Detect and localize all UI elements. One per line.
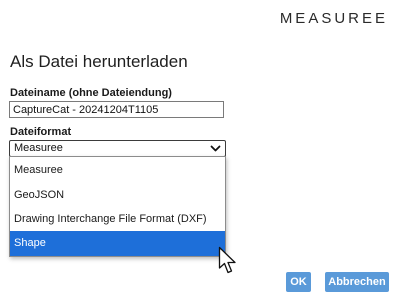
cancel-button[interactable]: Abbrechen [325, 272, 389, 292]
format-select[interactable]: Measuree [9, 140, 226, 157]
ok-button[interactable]: OK [286, 272, 311, 292]
format-option-geojson[interactable]: GeoJSON [10, 183, 225, 208]
format-option-measuree[interactable]: Measuree [10, 158, 225, 183]
mouse-pointer-icon [218, 246, 236, 274]
format-option-shape[interactable]: Shape [10, 231, 225, 256]
format-option-dxf[interactable]: Drawing Interchange File Format (DXF) [10, 207, 225, 232]
filename-input[interactable] [9, 101, 224, 118]
measuree-logo: MEASUREE [280, 10, 388, 27]
format-select-value: Measuree [14, 142, 63, 154]
dialog-title: Als Datei herunterladen [10, 52, 188, 71]
logo-text: MEASUREE [280, 10, 388, 27]
format-label: Dateiformat [10, 126, 72, 138]
filename-label: Dateiname (ohne Dateiendung) [10, 87, 172, 99]
download-dialog: MEASUREE Als Datei herunterladen Dateina… [0, 0, 398, 301]
format-dropdown-list: Measuree GeoJSON Drawing Interchange Fil… [9, 156, 226, 257]
chevron-down-icon [210, 145, 221, 152]
